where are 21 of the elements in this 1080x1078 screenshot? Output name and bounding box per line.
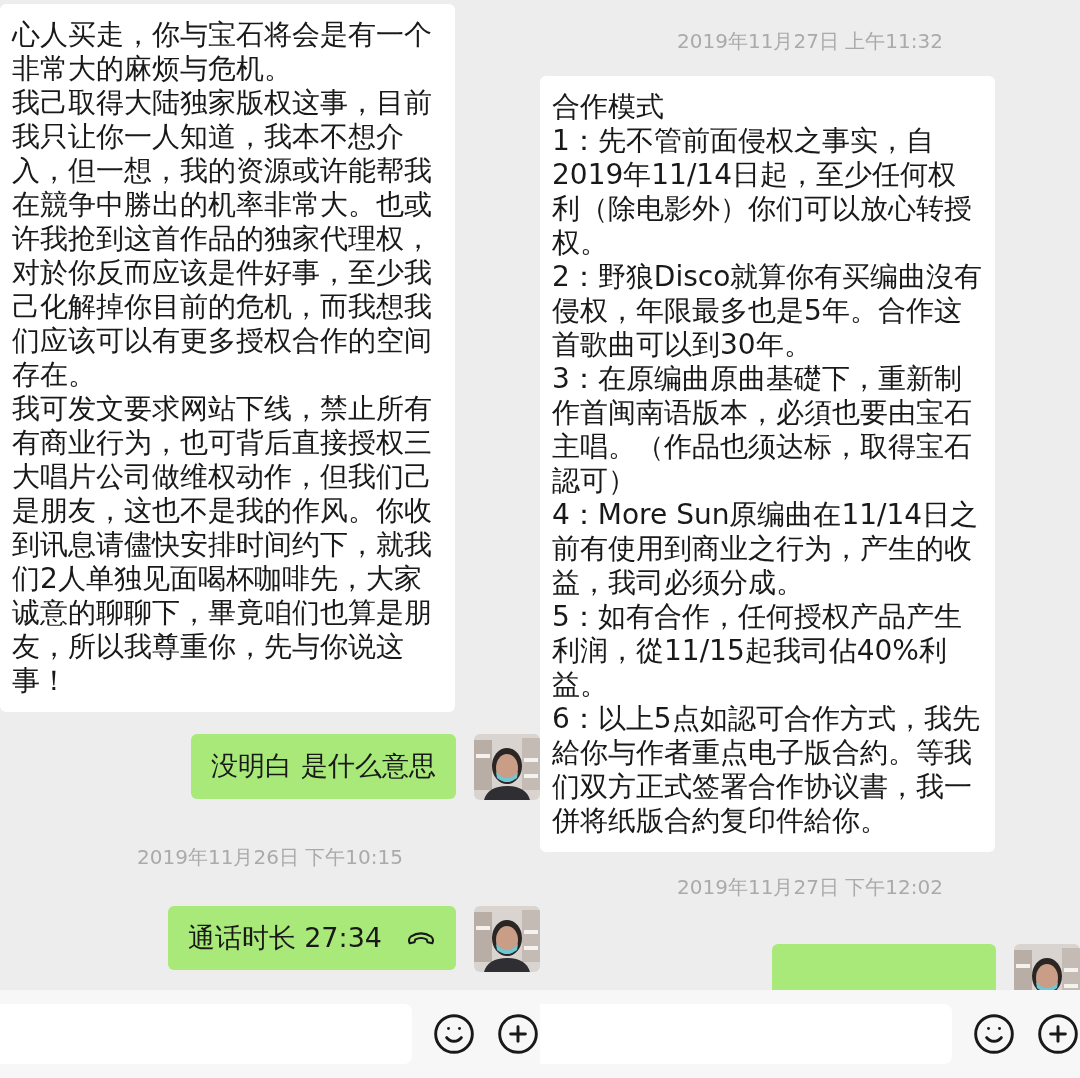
message-text: 4：More Sun原编曲在11/14日之前有使用到商业之行为，产生的收益，我司必须分成。: [552, 498, 980, 600]
call-duration: 通话时长 27:34: [187, 920, 382, 955]
message-text: 5：如有合作，任何授权产品产生利润，從11/15起我司佔40%利益。: [552, 600, 963, 702]
phone-icon: [406, 930, 436, 946]
add-icon[interactable]: [1036, 1012, 1080, 1056]
add-icon[interactable]: [496, 1012, 540, 1056]
message-text: 没明白 是什么意思: [211, 749, 436, 783]
message-text: 合作模式: [552, 90, 665, 124]
timestamp: 2019年11月26日 下午10:15: [137, 844, 403, 871]
message-text: 3：在原编曲原曲基礎下，重新制作首闽南语版本，必須也要由宝石主唱。（作品也须达标，取得宝石認可）: [552, 362, 973, 498]
message-text: 1：先不管前面侵权之事实，自2019年11/14日起，至少任何权利（除电影外）你们可以放心转授权。: [552, 124, 973, 260]
timestamp: 2019年11月27日 上午11:32: [677, 28, 943, 55]
message-text: 我己取得大陆独家版权这事，目前我只让你一人知道，我本不想介入，但一想，我的资源或许能帮我在競争中勝出的机率非常大。也或许我抢到这首作品的独家代理权，对於你反而应该是件好事，至少我己化解掉你目前的危机，而我想我们应该可以有更多授权合作的空间存在。: [12, 86, 433, 392]
message-text: 2：野狼Disco就算你有买编曲沒有侵权，年限最多也是5年。合作这首歌曲可以到30年。: [552, 260, 984, 362]
timestamp: 2019年11月27日 下午12:02: [677, 874, 943, 901]
emoji-icon[interactable]: [432, 1012, 476, 1056]
message-text: 6：以上5点如認可合作方式，我先給你与作者重点电子版合約。等我们双方正式签署合作协议書，我一併将纸版合約复印件給你。: [552, 702, 981, 838]
message-text: 心人买走，你与宝石将会是有一个非常大的麻烦与危机。: [12, 18, 433, 86]
emoji-icon[interactable]: [972, 1012, 1016, 1056]
call-bubble[interactable]: 通话时长 27:34: [167, 906, 456, 970]
message-text: 我可发文要求网站下线，禁止所有有商业行为，也可背后直接授权三大唱片公司做维权动作，但我们己是朋友，这也不是我的作风。你收到讯息请儘快安排时间约下，就我们2人单独见面喝杯咖啡先，大家诚意的聊聊下，畢竟咱们也算是朋友，所以我尊重你，先与你说这事！: [12, 392, 433, 698]
